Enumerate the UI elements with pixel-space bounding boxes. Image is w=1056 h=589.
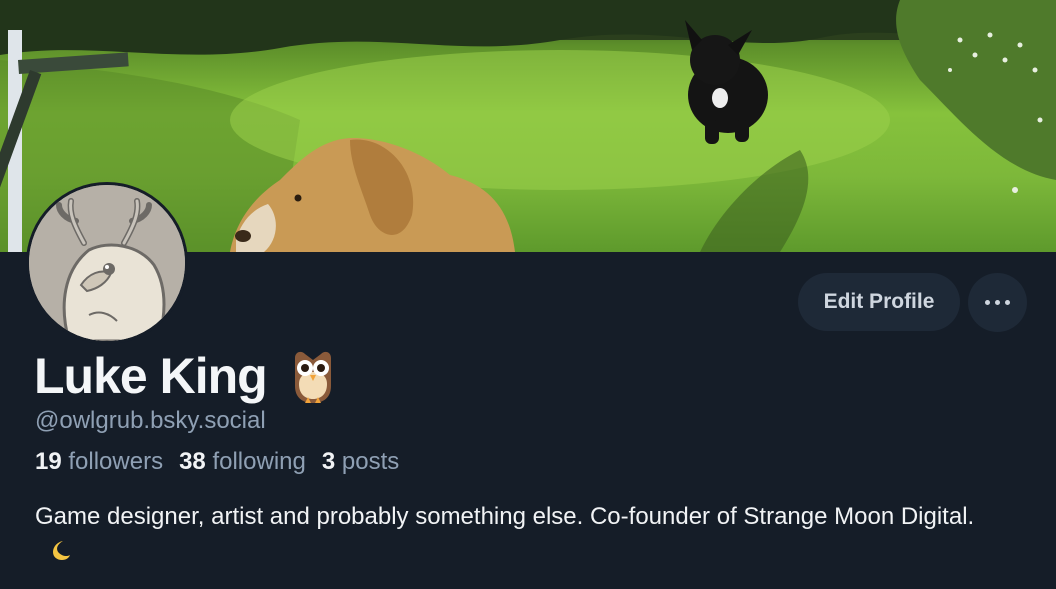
- followers-count: 19: [35, 448, 62, 475]
- crescent-moon-icon: [53, 541, 70, 560]
- followers-link[interactable]: 19 followers: [35, 448, 163, 476]
- following-label: following: [212, 448, 306, 475]
- profile-handle: @owlgrub.bsky.social: [35, 407, 266, 434]
- posts-stat: 3 posts: [322, 448, 399, 476]
- posts-count: 3: [321, 448, 336, 475]
- profile-name-row: Luke King: [34, 345, 337, 407]
- owl-icon: [294, 351, 331, 403]
- more-options-button[interactable]: [968, 273, 1027, 332]
- posts-label: posts: [341, 448, 400, 475]
- following-link[interactable]: 38 following: [179, 448, 306, 476]
- avatar-image: [29, 185, 185, 341]
- following-count: 38: [179, 448, 206, 475]
- edit-profile-button[interactable]: Edit Profile: [798, 273, 960, 331]
- avatar[interactable]: [26, 182, 188, 344]
- profile-bio: Game designer, artist and probably somet…: [35, 500, 995, 568]
- bio-text: Game designer, artist and probably somet…: [35, 503, 975, 530]
- profile-stats: 19 followers 38 following 3 posts: [35, 448, 415, 476]
- display-name: Luke King: [34, 348, 268, 404]
- ellipsis-icon: [985, 300, 1010, 305]
- followers-label: followers: [68, 448, 164, 475]
